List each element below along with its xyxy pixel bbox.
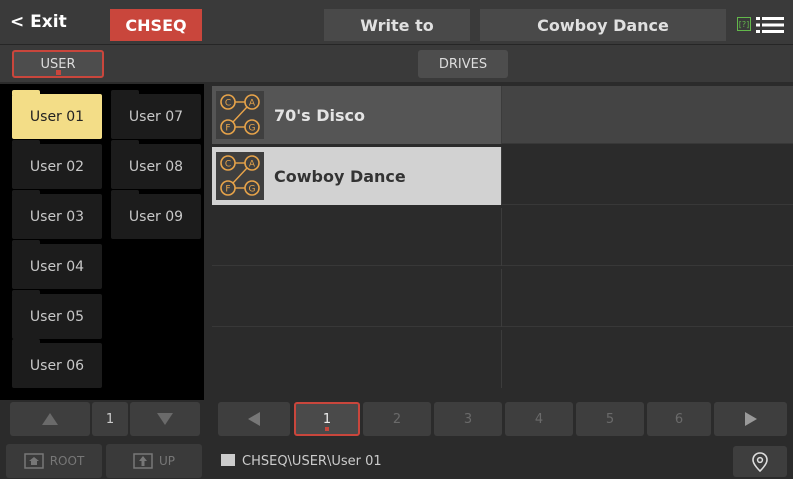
svg-text:A: A	[249, 99, 256, 109]
root-button[interactable]: ROOT	[6, 444, 102, 478]
empty-cell	[212, 208, 502, 266]
svg-text:F: F	[225, 124, 230, 134]
page-5-button[interactable]: 5	[576, 402, 644, 436]
svg-text:C: C	[225, 160, 231, 170]
svg-text:C: C	[225, 99, 231, 109]
chord-sequence-icon: C A F G	[216, 91, 264, 139]
file-item[interactable]: C A F G 70's Disco	[212, 86, 502, 144]
selected-indicator	[325, 427, 329, 431]
file-name: Cowboy Dance	[274, 166, 406, 186]
song-title: Cowboy Dance	[480, 9, 726, 41]
up-button[interactable]: UP	[106, 444, 202, 478]
folder-page-indicator: 1	[92, 402, 128, 436]
menu-icon[interactable]	[756, 16, 784, 34]
folder-up-icon	[133, 453, 153, 469]
next-page-button[interactable]	[714, 402, 787, 436]
arrow-down-icon	[157, 413, 173, 425]
arrow-right-icon	[744, 412, 757, 426]
arrow-up-icon	[42, 413, 58, 425]
file-row-empty	[212, 330, 793, 388]
mode-badge: CHSEQ	[110, 9, 202, 41]
file-row-empty	[212, 208, 793, 266]
chord-sequence-icon: C A F G	[216, 152, 264, 200]
prev-page-button[interactable]	[218, 402, 290, 436]
folder-user-01[interactable]: User 01	[12, 90, 102, 139]
locate-button[interactable]	[733, 446, 787, 477]
folder-user-07[interactable]: User 07	[111, 90, 201, 139]
folder-user-09[interactable]: User 09	[111, 190, 201, 239]
folder-user-05[interactable]: User 05	[12, 290, 102, 339]
file-item-selected[interactable]: C A F G Cowboy Dance	[212, 147, 502, 205]
svg-text:G: G	[249, 185, 256, 195]
exit-button[interactable]: < Exit	[0, 0, 103, 44]
svg-text:A: A	[249, 160, 256, 170]
source-bar	[0, 44, 793, 82]
write-to-button[interactable]: Write to	[324, 9, 470, 41]
page-6-button[interactable]: 6	[647, 402, 711, 436]
folder-icon	[221, 454, 235, 466]
arrow-left-icon	[248, 412, 260, 426]
file-row-empty	[212, 269, 793, 327]
folder-page-down-button[interactable]	[130, 402, 200, 436]
page-4-button[interactable]: 4	[505, 402, 573, 436]
svg-text:G: G	[249, 124, 256, 134]
file-row: C A F G 70's Disco	[212, 86, 793, 144]
folder-user-04[interactable]: User 04	[12, 240, 102, 289]
root-label: ROOT	[49, 454, 85, 468]
up-label: UP	[158, 454, 176, 468]
page-2-button[interactable]: 2	[363, 402, 431, 436]
file-name: 70's Disco	[274, 105, 366, 125]
folder-panel: User 01 User 02 User 03 User 04 User 05 …	[0, 84, 204, 400]
location-pin-icon	[752, 451, 768, 472]
file-list: C A F G 70's Disco C A F G Cowboy Dance	[212, 86, 793, 392]
home-folder-icon	[23, 453, 44, 469]
folder-page-up-button[interactable]	[10, 402, 90, 436]
folder-user-06[interactable]: User 06	[12, 339, 102, 388]
folder-user-08[interactable]: User 08	[111, 140, 201, 189]
page-3-button[interactable]: 3	[434, 402, 502, 436]
empty-cell	[212, 330, 502, 388]
folder-user-02[interactable]: User 02	[12, 140, 102, 189]
folder-user-03[interactable]: User 03	[12, 190, 102, 239]
file-row: C A F G Cowboy Dance	[212, 147, 793, 205]
empty-cell	[212, 269, 502, 327]
selected-indicator	[56, 70, 61, 75]
current-path: CHSEQ\USER\User 01	[242, 454, 382, 469]
svg-text:F: F	[225, 185, 230, 195]
tab-drives[interactable]: DRIVES	[418, 50, 508, 78]
help-icon[interactable]: [?]	[737, 17, 751, 31]
